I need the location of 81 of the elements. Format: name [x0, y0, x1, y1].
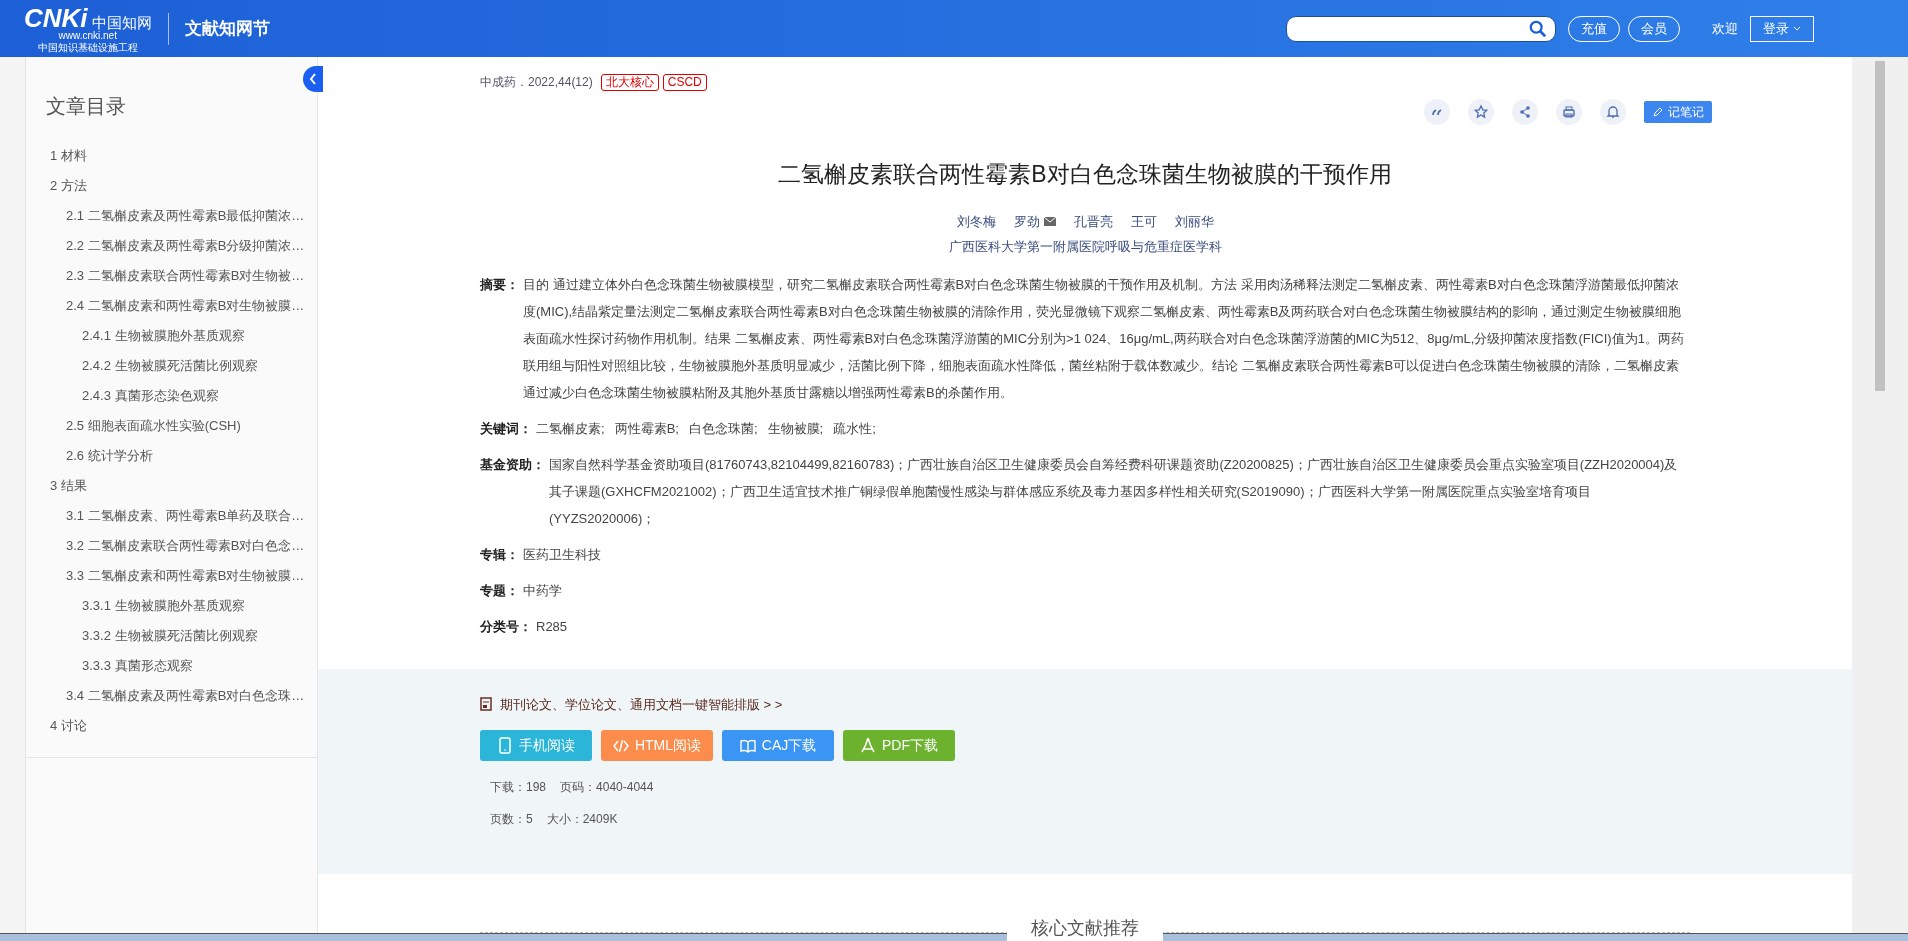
author-link[interactable]: 刘冬梅 — [956, 211, 996, 231]
login-button[interactable]: 登录 — [1750, 15, 1814, 42]
sidebar-title: 文章目录 — [46, 94, 126, 119]
search-icon[interactable] — [1529, 19, 1547, 38]
print-icon — [1560, 103, 1578, 121]
field-value: 中药学 — [523, 581, 562, 600]
code-icon — [612, 737, 629, 754]
toc-item[interactable]: 2.2 二氢槲皮素及两性霉素B分级抑菌浓… — [66, 236, 305, 256]
pdf-icon — [860, 737, 876, 754]
toc-item[interactable]: 2.4.1 生物被膜胞外基质观察 — [82, 326, 245, 346]
journal-source[interactable]: 中成药．2022,44(12) — [480, 73, 593, 91]
toc-item[interactable]: 3.3 二氢槲皮素和两性霉素B对生物被膜… — [66, 566, 305, 586]
field-value: 国家自然科学基金资助项目(81760743,82104499,82160783)；广西壮族自治区卫生健康委员会自筹经费科研课题资助(Z20200825)；广西壮族自治区卫生健康委员会重点实验室项目(ZZH2020004)及其子课题(GXHCFM2021002)；广西卫生适宜技术推广铜绿假单胞菌慢性感染与群体感应系统及毒力基因多样性相关研究(S2019090)；广西医科大学第一附属医院重点实验室培育项目(YYZS2020006)； — [549, 455, 1679, 528]
tablet-icon — [497, 737, 513, 754]
toc-item[interactable]: 3.3.3 真菌形态观察 — [82, 656, 193, 676]
toc-item[interactable]: 3.4 二氢槲皮素及两性霉素B对白色念珠… — [66, 686, 305, 706]
bell-icon — [1604, 103, 1622, 121]
section-title: 文献知网节 — [184, 17, 270, 40]
field-value: R285 — [536, 617, 568, 636]
toc-item[interactable]: 2.4.2 生物被膜死活菌比例观察 — [82, 356, 258, 376]
logo-letters: CNKi — [24, 4, 88, 31]
keyword-link[interactable]: 疏水性; — [833, 414, 876, 442]
field-label: 基金资助： — [480, 455, 545, 474]
toc-item[interactable]: 3 结果 — [50, 476, 87, 496]
toolbar-button[interactable] — [1468, 99, 1494, 125]
logo-name: 中国知网 — [91, 15, 152, 31]
affiliation-link[interactable]: 广西医科大学第一附属医院呼吸与危重症医学科 — [480, 237, 1690, 257]
note-button[interactable]: 记笔记 — [1644, 101, 1712, 123]
field-label: 关键词： — [480, 419, 532, 438]
search-field[interactable] — [1286, 15, 1556, 42]
toc-item[interactable]: 2 方法 — [50, 176, 87, 196]
field-label: 专题： — [480, 581, 519, 600]
author-link[interactable]: 王可 — [1130, 211, 1157, 231]
toc-item[interactable]: 2.6 统计学分析 — [66, 446, 153, 466]
stat-text: 页数：5 — [490, 811, 533, 828]
field-value: 目的 通过建立体外白色念珠菌生物被膜模型，研究二氢槲皮素联合两性霉素B对白色念珠菌生物被膜的干预作用及机制。方法 采用肉汤稀释法测定二氢槲皮素、两性霉素B对白色念珠菌浮游菌最低抑菌浓度(MIC),结晶紫定量法测定二氢槲皮素联合两性霉素B对白色念珠菌生物被膜的清除作用，荧光显微镜下观察二氢槲皮素、两性霉素B及两药联合对白色念珠菌生物被膜结构的影响，通过测定生物被膜细胞表面疏水性探讨药物作用机制。结果 二氢槲皮素、两性霉素B对白色念珠菌浮游菌的MIC分别为>1 024、16μg/mL,两药联合对白色念珠菌浮游菌的MIC为512、8μg/mL,分级抑菌浓度指数(FICI)值为1。两药联用组与阳性对照组比较，生物被膜胞外基质明显减少，活菌比例下降，细胞表面疏水性降低，菌丝粘附于载体数减少。结论 二氢槲皮素联合两性霉素B可以促进白色念珠菌生物被膜的清除，二氢槲皮素通过减少白色念珠菌生物被膜粘附及其胞外基质甘露糖以增强两性霉素B的杀菌作用。 — [523, 275, 1685, 402]
keyword-link[interactable]: 两性霉素B; — [614, 414, 679, 442]
stat-text: 大小：2409K — [546, 811, 618, 828]
field-label: 分类号： — [480, 617, 532, 636]
field-value: 医药卫生科技 — [523, 545, 601, 564]
stat-text: 下载：198 — [490, 779, 547, 796]
chevron-left-icon — [309, 73, 317, 85]
field-label: 摘要： — [480, 275, 519, 294]
toc-item[interactable]: 2.1 二氢槲皮素及两性霉素B最低抑菌浓… — [66, 206, 305, 226]
keyword-link[interactable]: 二氢槲皮素; — [536, 414, 605, 442]
author-link[interactable]: 罗劲 — [1013, 211, 1040, 231]
author-link[interactable]: 孔晋亮 — [1073, 211, 1113, 231]
collapse-button[interactable] — [303, 66, 323, 92]
keyword-link[interactable]: 白色念珠菌; — [688, 414, 758, 442]
book-icon — [739, 737, 756, 754]
pencil-icon — [1652, 106, 1664, 118]
index-tag[interactable]: 北大核心 — [600, 73, 659, 91]
author-link[interactable]: 刘丽华 — [1174, 211, 1214, 231]
toolbar-button[interactable] — [1600, 99, 1626, 125]
stat-text: 页码：4040-4044 — [560, 779, 654, 796]
format-promo-link[interactable]: 期刊论文、学位论文、通用文档一键智能排版 > > — [500, 694, 783, 714]
toc-item[interactable]: 3.1 二氢槲皮素、两性霉素B单药及联合… — [66, 506, 305, 526]
toolbar-button[interactable] — [1556, 99, 1582, 125]
toolbar-button[interactable] — [1424, 99, 1450, 125]
star-icon — [1472, 103, 1490, 121]
toc-item[interactable]: 2.3 二氢槲皮素联合两性霉素B对生物被… — [66, 266, 305, 286]
toc-item[interactable]: 1 材料 — [50, 146, 87, 166]
welcome-text: 欢迎 — [1712, 19, 1738, 38]
toc-item[interactable]: 2.5 细胞表面疏水性实验(CSH) — [66, 416, 241, 436]
toc-item[interactable]: 4 讨论 — [50, 716, 87, 736]
toc-item[interactable]: 2.4 二氢槲皮素和两性霉素B对生物被膜… — [66, 296, 305, 316]
toc-item[interactable]: 3.3.2 生物被膜死活菌比例观察 — [82, 626, 258, 646]
document-icon — [480, 697, 492, 712]
keyword-link[interactable]: 生物被膜; — [767, 414, 824, 442]
toolbar-button[interactable] — [1512, 99, 1538, 125]
field-label: 专辑： — [480, 545, 519, 564]
toc-item[interactable]: 3.2 二氢槲皮素联合两性霉素B对白色念… — [66, 536, 305, 556]
section-heading: 核心文献推荐 — [1007, 915, 1163, 941]
toc-item[interactable]: 3.3.1 生物被膜胞外基质观察 — [82, 596, 245, 616]
logo-url: www.cnki.net — [58, 30, 117, 41]
envelope-icon[interactable] — [1043, 216, 1056, 226]
toc-item[interactable]: 2.4.3 真菌形态染色观察 — [82, 386, 219, 406]
caret-icon — [1793, 25, 1801, 32]
article-title: 二氢槲皮素联合两性霉素B对白色念珠菌生物被膜的干预作用 — [777, 160, 1393, 189]
logo-slogan: 中国知识基础设施工程 — [37, 42, 138, 53]
index-tag[interactable]: CSCD — [662, 73, 707, 91]
